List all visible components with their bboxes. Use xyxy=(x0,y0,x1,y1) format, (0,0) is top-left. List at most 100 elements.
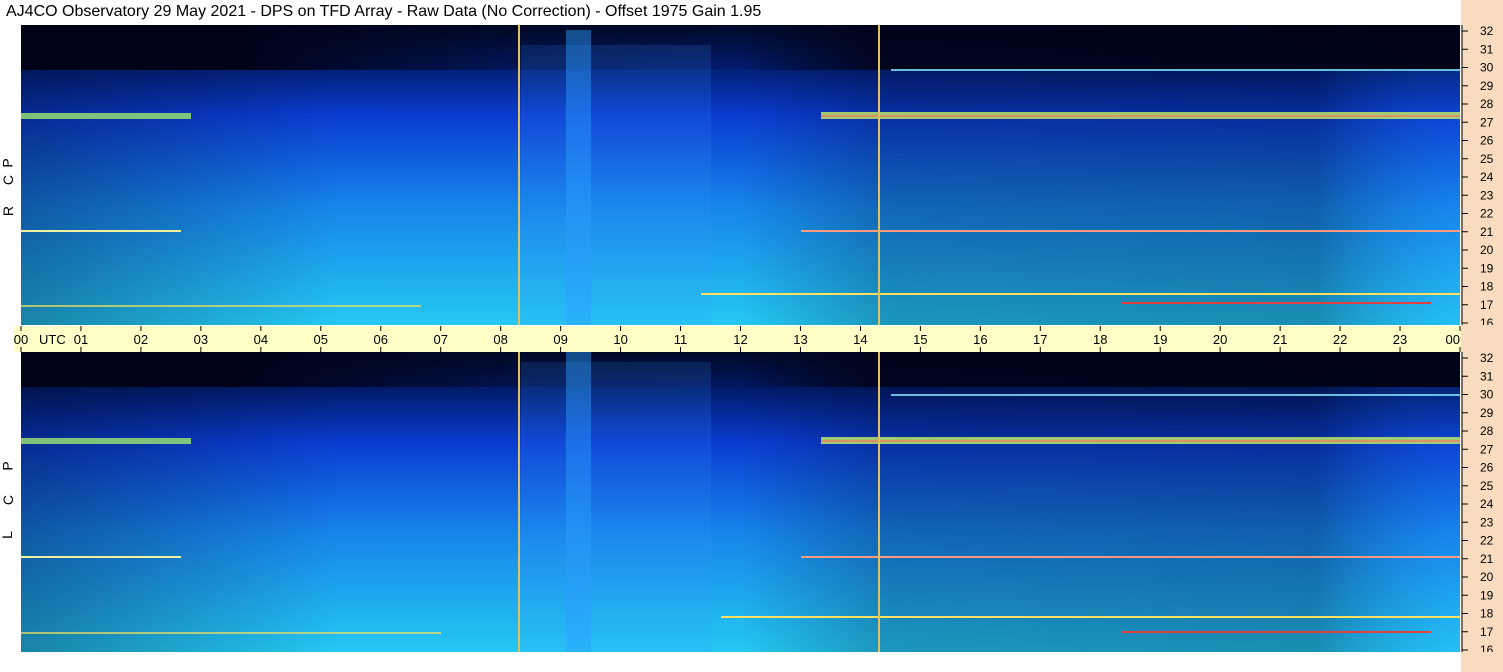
time-tick-label: 10 xyxy=(613,332,627,347)
time-tick-label: 16 xyxy=(973,332,987,347)
lcp-letter-l: L xyxy=(0,531,15,539)
lcp-freq-tick-label: 32 xyxy=(1480,352,1494,365)
rcp-marker-1420 xyxy=(878,25,880,325)
rcp-freq-tick-label: 23 xyxy=(1480,188,1494,202)
time-tick-label: 15 xyxy=(913,332,927,347)
utc-label: UTC xyxy=(39,332,66,347)
lcp-frequency-axis: 32 31 30 29 28 27 26 25 24 23 22 21 20 19 18 17 16 xyxy=(1461,352,1494,652)
rcp-freq-tick-label: 24 xyxy=(1480,170,1494,184)
rcp-freq-tick-label: 32 xyxy=(1480,25,1494,38)
rcp-freq-tick-label: 18 xyxy=(1480,280,1494,294)
lcp-line-27mhz-edge xyxy=(821,440,1460,442)
lcp-spectrogram xyxy=(21,352,1460,652)
lcp-freq-tick-label: 27 xyxy=(1480,442,1494,456)
rcp-freq-tick-label: 17 xyxy=(1480,298,1494,312)
rcp-freq-tick-label: 31 xyxy=(1480,42,1494,56)
time-tick-label: 02 xyxy=(134,332,148,347)
rcp-line-17mhz xyxy=(1121,302,1431,304)
rcp-spectrogram xyxy=(21,25,1460,325)
lcp-letter-c: C xyxy=(0,494,17,506)
rcp-freq-tick-label: 16 xyxy=(1480,316,1494,325)
lcp-top-dark xyxy=(21,352,1460,387)
lcp-freq-tick-label: 29 xyxy=(1480,406,1494,420)
time-tick-label: 18 xyxy=(1093,332,1107,347)
rcp-freq-tick-label: 22 xyxy=(1480,207,1494,221)
lcp-freq-tick-label: 17 xyxy=(1480,625,1494,639)
rcp-freq-tick-label: 27 xyxy=(1480,115,1494,129)
lcp-side-label: P C L xyxy=(0,352,20,652)
time-tick-label: 06 xyxy=(374,332,388,347)
lcp-freq-tick-label: 20 xyxy=(1480,570,1494,584)
lcp-marker-1420 xyxy=(878,352,880,652)
time-tick-label: 12 xyxy=(733,332,747,347)
time-tick-label: 03 xyxy=(194,332,208,347)
time-tick-label: 05 xyxy=(314,332,328,347)
lcp-freq-tick-label: 23 xyxy=(1480,515,1494,529)
lcp-shading xyxy=(21,352,1460,652)
rcp-line-18mhz xyxy=(701,293,1460,295)
lcp-line-21mhz-right xyxy=(801,556,1460,558)
time-tick-label: 01 xyxy=(74,332,88,347)
lcp-freq-tick-label: 19 xyxy=(1480,588,1494,602)
rcp-freq-tick-label: 28 xyxy=(1480,97,1494,111)
time-tick-label: 21 xyxy=(1273,332,1287,347)
time-tick-label: 20 xyxy=(1213,332,1227,347)
lcp-freq-tick-label: 26 xyxy=(1480,461,1494,475)
rcp-top-dark xyxy=(21,25,1460,70)
rcp-freq-tick-label: 25 xyxy=(1480,152,1494,166)
time-tick-label: 11 xyxy=(674,332,688,347)
time-tick-label: 09 xyxy=(553,332,567,347)
lcp-freq-tick-label: 28 xyxy=(1480,424,1494,438)
rcp-freq-tick-label: 26 xyxy=(1480,134,1494,148)
time-axis: 00 01 02 03 04 05 06 07 08 09 10 11 12 13 14 15 16 17 18 19… xyxy=(14,326,1461,352)
lcp-freq-tick-label: 18 xyxy=(1480,607,1494,621)
time-tick-label: 19 xyxy=(1153,332,1167,347)
bottom-padding xyxy=(14,652,1461,672)
lcp-freq-tick-label: 31 xyxy=(1480,369,1494,383)
time-tick-label: 23 xyxy=(1393,332,1407,347)
lcp-line-27mhz xyxy=(21,438,191,444)
rcp-letter-r: R xyxy=(0,205,17,217)
rcp-freq-tick-label: 21 xyxy=(1480,225,1494,239)
rcp-line-27mhz xyxy=(21,113,191,119)
lcp-line-17mhz xyxy=(1121,631,1431,633)
rcp-letter-p: P xyxy=(0,158,16,168)
time-tick-label: 22 xyxy=(1333,332,1347,347)
rcp-marker-0830 xyxy=(518,25,520,325)
lcp-line-29mhz xyxy=(891,394,1460,396)
lcp-freq-tick-label: 30 xyxy=(1480,388,1494,402)
rcp-freq-tick-label: 30 xyxy=(1480,61,1494,75)
rcp-freq-tick-label: 29 xyxy=(1480,79,1494,93)
rcp-line-27mhz-edge xyxy=(821,115,1460,117)
rcp-side-label: P C R xyxy=(0,25,20,325)
lcp-letter-p: P xyxy=(0,461,16,471)
lcp-marker-0830 xyxy=(518,352,520,652)
lcp-line-21mhz xyxy=(21,556,181,558)
chart-title: AJ4CO Observatory 29 May 2021 - DPS on T… xyxy=(6,3,762,20)
mhz-label: MHz xyxy=(1460,332,1461,347)
lcp-freq-tick-label: 16 xyxy=(1480,643,1494,652)
time-tick-label: 17 xyxy=(1033,332,1047,347)
lcp-freq-tick-label: 25 xyxy=(1480,479,1494,493)
time-tick-label: 14 xyxy=(853,332,867,347)
lcp-freq-tick-label: 22 xyxy=(1480,534,1494,548)
time-tick-label: 07 xyxy=(433,332,447,347)
time-tick-label: 08 xyxy=(493,332,507,347)
time-tick-label: 13 xyxy=(793,332,807,347)
rcp-line-21mhz-right xyxy=(801,230,1460,232)
rcp-line-30mhz xyxy=(891,69,1460,71)
rcp-freq-tick-label: 19 xyxy=(1480,261,1494,275)
lcp-freq-tick-label: 24 xyxy=(1480,497,1494,511)
rcp-glow-region xyxy=(521,45,711,325)
rcp-freq-tick-label: 20 xyxy=(1480,243,1494,257)
lcp-freq-tick-label: 21 xyxy=(1480,552,1494,566)
time-tick-label: 04 xyxy=(254,332,268,347)
rcp-frequency-axis: 32 31 30 29 28 27 26 25 24 23 22 21 20 19 18 17 16 xyxy=(1461,25,1494,325)
lcp-line-18mhz xyxy=(721,616,1460,618)
time-tick-label: 00 xyxy=(1446,332,1460,347)
rcp-line-21mhz xyxy=(21,230,181,232)
rcp-letter-c: C xyxy=(0,174,17,186)
lcp-line-16mhz xyxy=(21,632,441,634)
lcp-glow-region xyxy=(521,362,711,652)
time-tick-label: 00 xyxy=(14,332,28,347)
